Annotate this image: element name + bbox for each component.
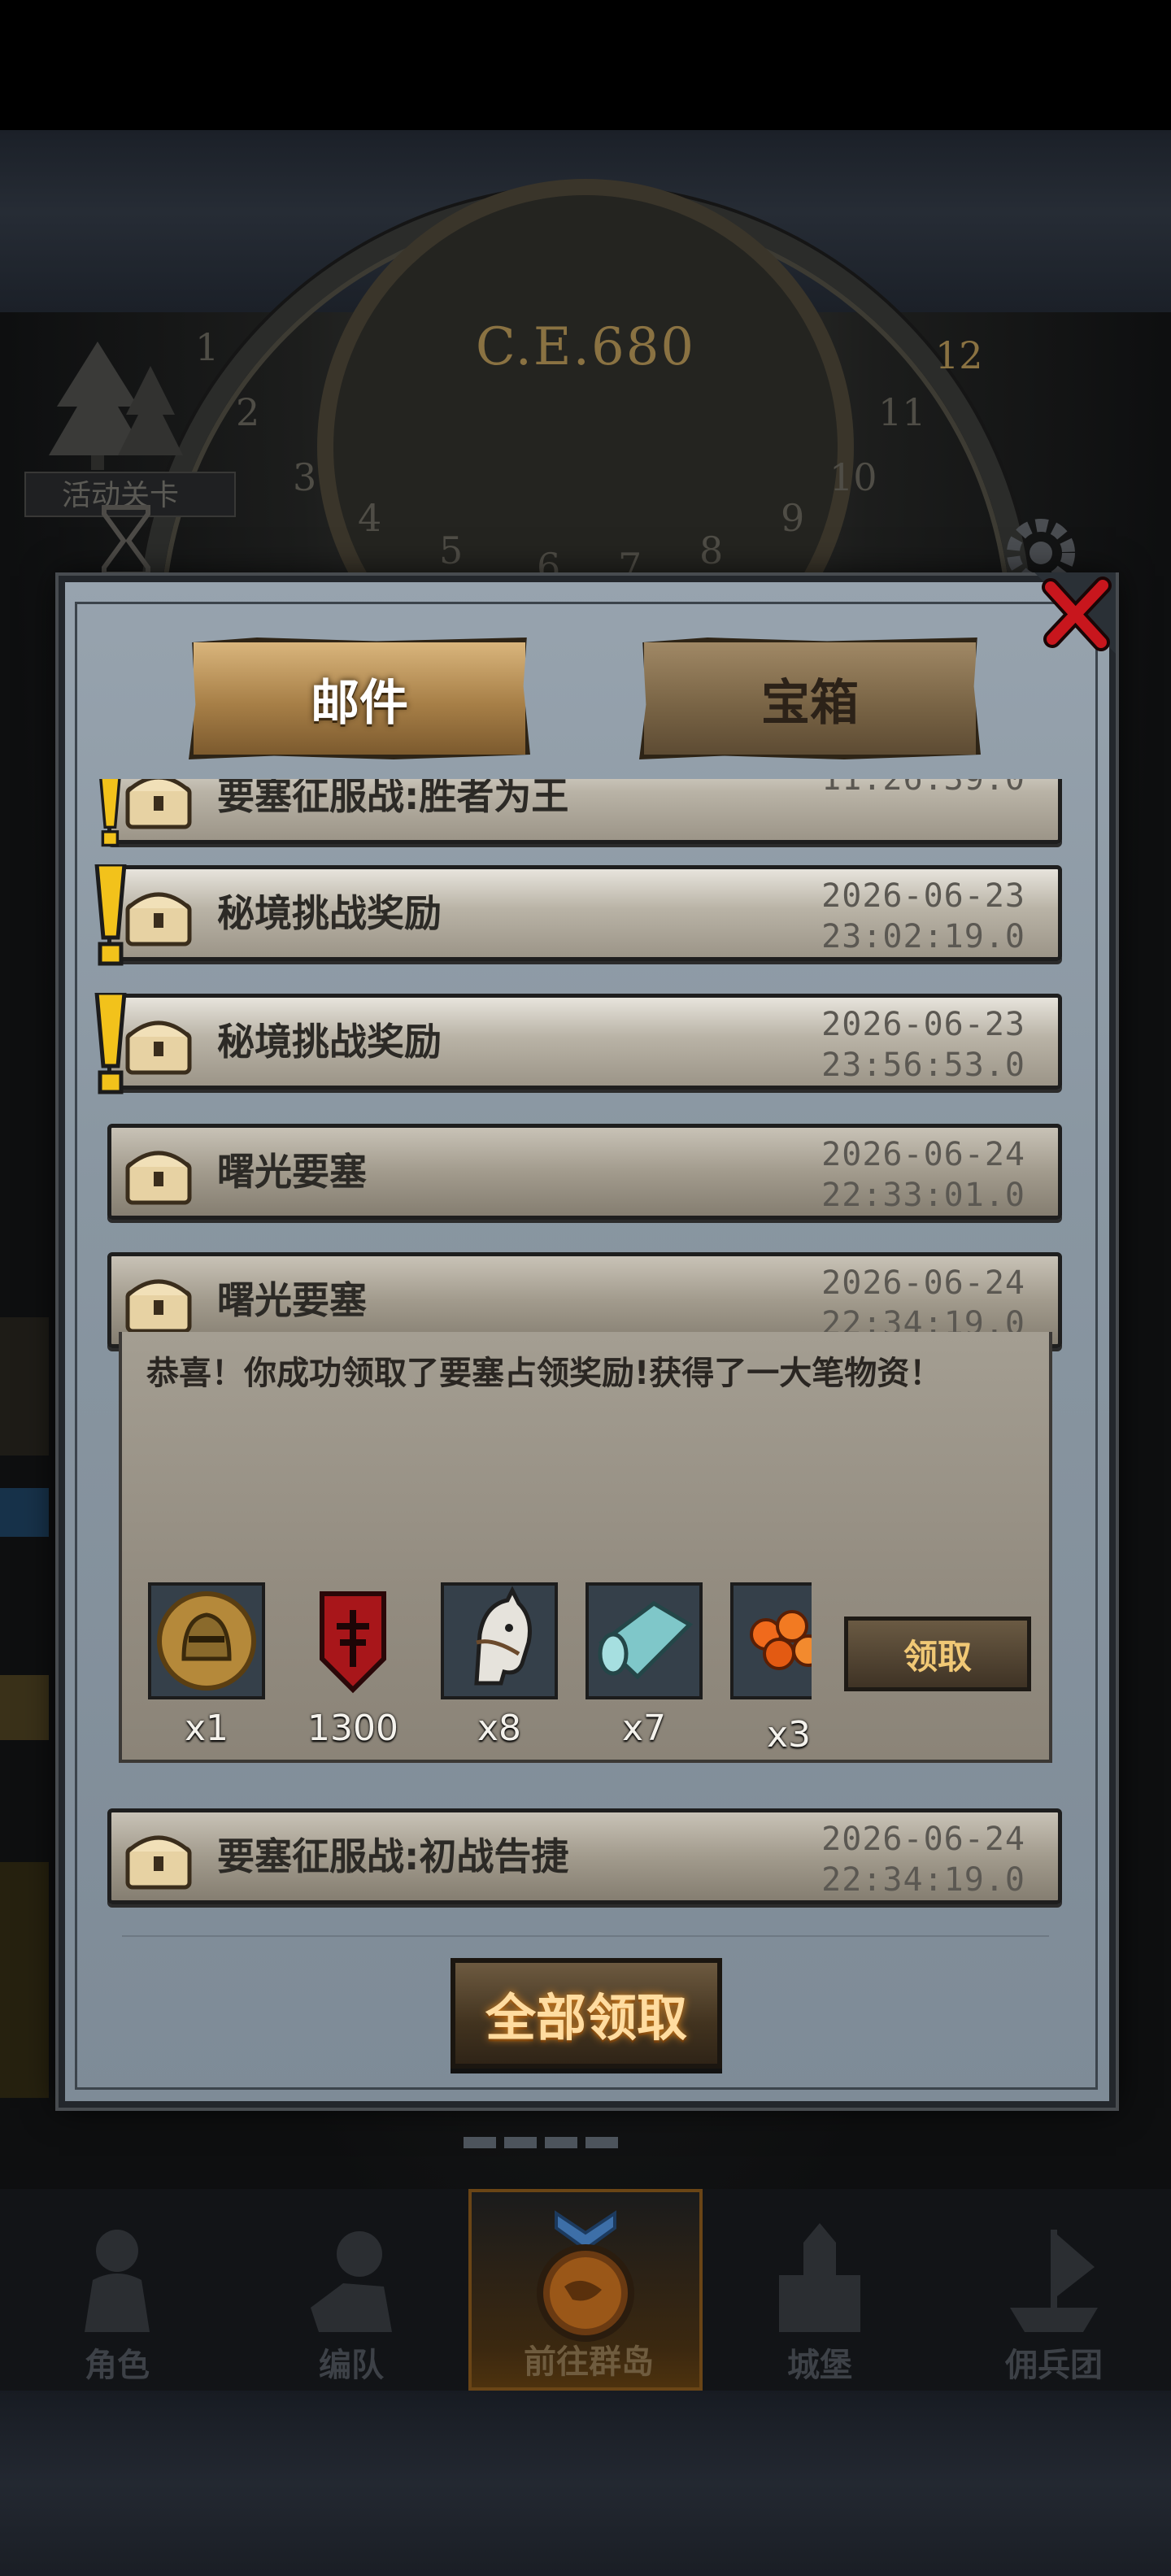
mail-time: 11:26:39.0	[821, 779, 1025, 798]
orange-fruit-icon	[750, 1610, 812, 1670]
mail-detail-panel: 恭喜！你成功领取了要塞占领奖励!获得了一大笔物资！ x1 1300 x8 x7 …	[119, 1332, 1052, 1763]
mail-timestamp: 2026-06-23 23:56:53.0	[821, 1004, 1025, 1086]
nav-character[interactable]: 角色	[0, 2189, 234, 2391]
nav-label: 角色	[85, 2347, 150, 2384]
snow-tree-icon	[49, 342, 183, 470]
mail-row[interactable]: 要塞征服战:初战告捷 2026-06-24 22:34:19.0	[107, 1808, 1062, 1904]
nav-label: 前往群岛	[524, 2343, 654, 2381]
dial-number: 1	[195, 325, 220, 369]
tab-chest[interactable]: 宝箱	[639, 637, 981, 759]
armored-knight-icon	[311, 2231, 392, 2332]
chest-icon	[125, 1835, 192, 1890]
close-icon[interactable]	[1034, 572, 1116, 654]
mail-timestamp: 2026-06-23 23:02:19.0	[821, 876, 1025, 957]
list-divider	[122, 1935, 1049, 1937]
mail-date: 2026-06-23	[821, 877, 1025, 915]
side-target-icon	[0, 1675, 49, 1740]
reward-count: x8	[477, 1708, 522, 1749]
page-indicator	[464, 2137, 618, 2148]
castle-icon	[779, 2223, 860, 2332]
era-label: C.E.680	[475, 317, 696, 377]
claim-all-button[interactable]: 全部领取	[451, 1958, 722, 2069]
claim-button[interactable]: 领取	[844, 1617, 1031, 1691]
chest-icon	[125, 779, 192, 829]
side-swords-icon	[0, 1488, 49, 1537]
chest-icon	[125, 1020, 192, 1075]
horse-head-icon	[474, 1586, 532, 1686]
reward-slot-clipped: x3	[730, 1576, 812, 1755]
nav-label: 城堡	[787, 2347, 852, 2384]
mail-row[interactable]: 曙光要塞 2026-06-24 22:33:01.0	[107, 1124, 1062, 1220]
bottom-bar	[0, 2391, 1171, 2576]
reward-count: x1	[184, 1708, 229, 1749]
mail-timestamp: 11:26:39.0	[821, 779, 1025, 799]
tab-mail[interactable]: 邮件	[189, 637, 530, 759]
red-banner-icon	[320, 1591, 386, 1694]
side-quest-icon	[0, 1862, 49, 2098]
reward-count: x3	[766, 1714, 812, 1755]
mail-timestamp: 2026-06-24 22:34:19.0	[821, 1819, 1025, 1900]
reward-slot[interactable]	[148, 1582, 265, 1699]
hourglass-icon	[102, 505, 150, 577]
mail-row[interactable]: 秘境挑战奖励 2026-06-23 23:02:19.0	[94, 864, 1062, 966]
top-letterbox	[0, 0, 1171, 130]
dial-number: 12	[935, 333, 983, 377]
reward-count: x7	[621, 1708, 667, 1749]
chest-icon	[125, 1279, 192, 1334]
dial-number: 4	[358, 496, 382, 540]
dial-number: 11	[878, 390, 926, 434]
dial-number: 3	[293, 455, 317, 499]
mail-message: 恭喜！你成功领取了要塞占领奖励!获得了一大笔物资！	[146, 1355, 942, 1392]
mail-row[interactable]: 秘境挑战奖励 2026-06-23 23:56:53.0	[94, 993, 1062, 1094]
mail-date: 2026-06-24	[821, 1821, 1025, 1858]
reward-count: 1300	[307, 1708, 398, 1749]
mail-row[interactable]: 要塞征服战:胜者为王 11:26:39.0	[99, 779, 1062, 847]
dial-number: 2	[236, 390, 260, 434]
globe-icon	[537, 2210, 634, 2342]
mail-time: 22:33:01.0	[821, 1177, 1025, 1214]
side-scroll-icon	[0, 1317, 49, 1456]
reward-slot[interactable]	[441, 1582, 558, 1699]
mail-time: 23:02:19.0	[821, 918, 1025, 955]
nav-castle[interactable]: 城堡	[703, 2189, 937, 2391]
mail-title: 秘境挑战奖励	[217, 891, 442, 935]
mail-date: 2026-06-23	[821, 1006, 1025, 1043]
mail-title: 要塞征服战:初战告捷	[217, 1834, 569, 1878]
dial-number: 10	[829, 455, 877, 499]
mail-title: 曙光要塞	[217, 1150, 367, 1194]
mail-time: 23:56:53.0	[821, 1046, 1025, 1084]
nav-label: 编队	[319, 2347, 384, 2384]
chest-icon	[125, 1151, 192, 1205]
nav-islands[interactable]: 前往群岛	[468, 2189, 703, 2391]
knight-helmet-icon	[157, 1591, 256, 1690]
mail-timestamp: 2026-06-24 22:33:01.0	[821, 1134, 1025, 1216]
chest-icon	[125, 892, 192, 946]
reward-slot[interactable]	[730, 1582, 812, 1699]
mail-list[interactable]: 要塞征服战:胜者为王 11:26:39.0 秘境挑战奖励 2026-06-23 …	[78, 779, 1095, 1922]
reward-slot[interactable]	[586, 1582, 703, 1699]
nav-formation[interactable]: 编队	[234, 2189, 468, 2391]
cloth-roll-icon	[598, 1600, 694, 1680]
mail-title: 曙光要塞	[217, 1278, 367, 1322]
dial-number: 8	[699, 529, 724, 572]
mail-time: 22:34:19.0	[821, 1861, 1025, 1899]
nav-mercenary[interactable]: 佣兵团	[937, 2189, 1171, 2391]
nav-label: 佣兵团	[1005, 2347, 1103, 2384]
dial-number: 9	[781, 496, 805, 540]
knight-icon	[85, 2230, 150, 2332]
ship-icon	[1010, 2230, 1098, 2332]
mail-title: 要塞征服战:胜者为王	[217, 779, 569, 818]
mail-date: 2026-06-24	[821, 1136, 1025, 1173]
reward-slot[interactable]	[294, 1582, 411, 1699]
mail-date: 2026-06-24	[821, 1264, 1025, 1302]
dial-number: 5	[439, 529, 464, 572]
bottom-navigation: 角色 编队 前往群岛 城堡 佣兵团	[0, 2189, 1171, 2391]
mail-title: 秘境挑战奖励	[217, 1020, 442, 1064]
